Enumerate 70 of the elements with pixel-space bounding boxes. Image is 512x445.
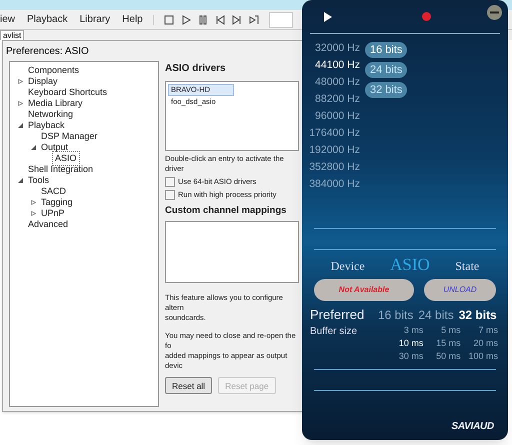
buffer-size-label: Buffer size [310,325,358,339]
sample-rate-option[interactable]: 384000 Hz [309,176,360,193]
tree-item[interactable]: Components [26,64,82,78]
sample-rate-option[interactable]: 48000 Hz [315,74,360,91]
tree-item[interactable]: Keyboard Shortcuts [26,86,110,100]
reset-button[interactable]: Reset all [165,377,212,394]
menu-item[interactable]: Library [80,12,110,27]
sample-rate-option[interactable]: 88200 Hz [315,91,360,108]
buffer-size-option[interactable]: 3 ms [386,324,424,337]
menu-item[interactable]: Help [122,12,143,27]
preferred-bits-option[interactable]: 16 bits [378,306,414,324]
tree-item[interactable]: Tagging [39,196,75,210]
tree-item[interactable]: Advanced [26,218,70,232]
checkbox[interactable] [165,190,175,200]
tree-item[interactable]: Playback [26,118,67,132]
sample-rate-option[interactable]: 44100 Hz [315,57,360,74]
tree-item[interactable]: Tools [26,174,52,188]
stop-icon[interactable] [164,14,174,24]
menu-item[interactable]: iew [0,12,16,27]
tree-item[interactable]: Networking [26,108,76,122]
tree-item[interactable]: DSP Manager [39,130,100,144]
minimize-icon[interactable] [487,5,502,20]
mode-label: ASIO [390,254,430,276]
pause-icon[interactable] [198,14,208,24]
sample-rate-option[interactable]: 96000 Hz [315,108,360,125]
previous-icon[interactable] [214,14,225,24]
tab[interactable]: avlist [0,30,24,40]
buffer-size-option[interactable]: 50 ms [423,350,461,363]
sample-rate-option[interactable]: 352800 Hz [309,159,360,176]
play-icon[interactable] [180,14,191,24]
collapsed-toggle-icon[interactable] [31,211,36,216]
mappings-list[interactable] [165,221,299,283]
buffer-size-option[interactable]: 30 ms [386,350,424,363]
brand-logo: SAVIAUD [451,420,494,434]
sample-rate-option[interactable]: 176400 Hz [309,125,360,142]
bit-depth-option[interactable]: 16 bits [365,42,408,58]
random-icon[interactable] [248,14,259,24]
sample-rate-option[interactable]: 192000 Hz [309,142,360,159]
state-label: State [455,258,480,275]
tree-item[interactable]: Display [26,74,60,88]
tree-item[interactable]: ASIO [52,150,80,166]
collapsed-toggle-icon[interactable] [18,79,23,84]
buffer-size-option[interactable]: 20 ms [460,337,498,350]
buffer-size-option[interactable]: 5 ms [423,324,461,337]
buffer-size-option[interactable]: 100 ms [460,350,498,363]
preferred-bits-option[interactable]: 24 bits [418,306,454,324]
collapsed-toggle-icon[interactable] [31,200,36,205]
buffer-size-option[interactable]: 7 ms [460,324,498,337]
sample-rate-option[interactable]: 32000 Hz [315,40,360,57]
expanded-toggle-icon[interactable] [31,145,36,150]
state-button[interactable]: UNLOAD [424,278,496,300]
expanded-toggle-icon[interactable] [18,178,23,183]
collapsed-toggle-icon[interactable] [18,101,23,106]
expanded-toggle-icon[interactable] [18,123,23,128]
tree-item[interactable]: Media Library [26,96,85,110]
preferred-bits-option[interactable]: 32 bits [458,306,497,324]
play-icon[interactable] [324,12,332,22]
section-heading: Custom channel mappings [165,206,288,218]
tree-item[interactable]: UPnP [39,206,67,220]
toolbar-field[interactable] [268,12,293,28]
menu-item[interactable]: Playback [27,12,68,27]
tree-item[interactable]: SACD [39,184,68,198]
checkbox[interactable] [165,177,175,187]
preferred-label: Preferred [310,306,366,324]
record-icon[interactable] [422,12,431,21]
device-label: Device [330,258,365,275]
buffer-size-option[interactable]: 15 ms [423,337,461,350]
section-heading: ASIO drivers [165,62,227,76]
next-icon[interactable] [232,14,242,24]
buffer-size-option[interactable]: 10 ms [386,337,424,350]
